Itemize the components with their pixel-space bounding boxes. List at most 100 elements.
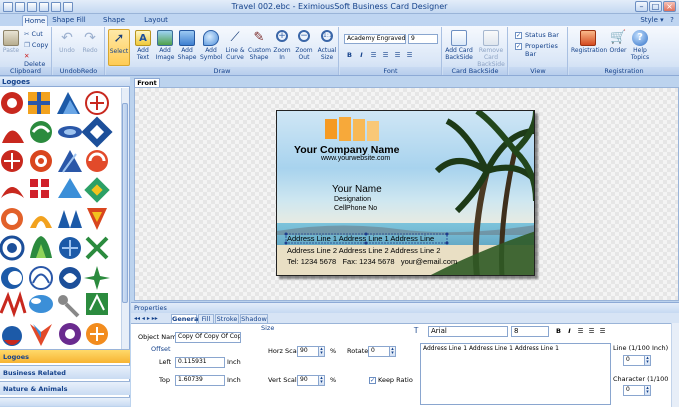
redo-button[interactable]: ↷ Redo <box>81 30 99 54</box>
logo-item[interactable] <box>58 295 80 318</box>
registration-button[interactable]: Registration <box>571 30 607 54</box>
add-image-button[interactable]: Add Image <box>155 30 175 61</box>
logo-item[interactable] <box>58 210 82 228</box>
properties-bar-checkbox[interactable]: ✓ <box>515 43 522 50</box>
logo-item[interactable] <box>30 216 52 228</box>
add-text-button[interactable]: A Add Text <box>133 30 153 61</box>
address-line-1-text[interactable]: Address Line 1 Address Line 1 Address Li… <box>287 234 447 243</box>
logo-item[interactable] <box>30 236 52 258</box>
zoom-out-button[interactable]: − Zoom Out <box>294 30 314 61</box>
logo-item[interactable] <box>30 324 52 346</box>
vert-scale-spinner[interactable]: ▴ ▾ <box>318 376 324 385</box>
logo-item[interactable] <box>28 92 50 114</box>
status-bar-checkbox[interactable]: ✓ <box>515 32 522 39</box>
tab-layout[interactable]: Layout <box>142 15 170 26</box>
tab-shape-fill[interactable]: Shape Fill <box>52 15 86 26</box>
align-left-icon[interactable]: ☰ <box>369 51 378 60</box>
logo-item[interactable] <box>2 326 22 346</box>
logo-item[interactable] <box>0 291 27 318</box>
maximize-button[interactable]: □ <box>649 1 662 12</box>
logo-item[interactable] <box>86 150 108 172</box>
tab-stroke[interactable]: Stroke <box>215 314 239 323</box>
properties-scrollbar[interactable] <box>671 323 679 407</box>
your-name-text[interactable]: Your Name <box>332 184 382 195</box>
tab-general[interactable]: General <box>171 314 201 323</box>
font-family-select[interactable]: Academy Engraved LE <box>344 34 406 44</box>
logo-item[interactable] <box>1 208 23 230</box>
actual-size-button[interactable]: 1:1 Actual Size <box>316 30 338 61</box>
paste-button[interactable]: Paste <box>2 30 20 54</box>
logo-item[interactable] <box>2 130 24 144</box>
prop-align-center-icon[interactable]: ☰ <box>587 327 596 336</box>
justify-icon[interactable]: ☰ <box>405 51 414 60</box>
category-nature-animals[interactable]: Nature & Animals <box>0 381 130 395</box>
prop-align-right-icon[interactable]: ☰ <box>598 327 607 336</box>
logo-item[interactable] <box>59 267 81 289</box>
top-input[interactable]: 1.60739 <box>175 375 225 386</box>
category-logoes[interactable]: Logoes <box>0 349 130 363</box>
address-line-2-text[interactable]: Address Line 2 Address Line 2 Address Li… <box>287 246 440 255</box>
horz-scale-spinner[interactable]: ▴ ▾ <box>318 347 324 356</box>
logo-item[interactable] <box>1 92 23 114</box>
logo-scrollbar-thumb[interactable] <box>122 103 128 303</box>
logo-item[interactable] <box>30 121 52 143</box>
align-right-icon[interactable]: ☰ <box>393 51 402 60</box>
logo-item[interactable] <box>84 266 110 290</box>
logo-thumbnails[interactable] <box>0 88 121 356</box>
copy-button[interactable]: ❐ Copy <box>24 41 48 49</box>
prop-font-select[interactable]: Arial <box>428 326 508 337</box>
logo-item[interactable] <box>57 92 80 114</box>
add-backside-button[interactable]: Add Card BackSide <box>444 30 474 61</box>
tab-home[interactable]: Home <box>22 15 48 26</box>
category-business-related[interactable]: Business Related <box>0 365 130 379</box>
logo-item[interactable] <box>1 150 23 172</box>
line-curve-button[interactable]: ⟋ Line & Curve <box>224 30 246 61</box>
help-icon[interactable]: ? <box>667 15 677 26</box>
logo-item[interactable] <box>86 323 108 345</box>
tab-nav-arrows[interactable]: ◂◂ ◂ ▸ ▸▸ <box>134 315 158 322</box>
logo-item[interactable] <box>1 187 24 198</box>
logo-item[interactable] <box>0 235 25 261</box>
prop-italic-button[interactable]: I <box>565 327 574 336</box>
website-text[interactable]: www.yourwebsite.com <box>321 155 390 162</box>
delete-button[interactable]: ✕ Delete <box>24 52 51 68</box>
left-input[interactable]: 0.115931 <box>175 357 225 368</box>
align-center-icon[interactable]: ☰ <box>381 51 390 60</box>
logo-item[interactable] <box>84 177 110 203</box>
tab-front[interactable]: Front <box>134 78 160 87</box>
designation-text[interactable]: Designation <box>334 196 371 203</box>
zoom-in-button[interactable]: + Zoom In <box>272 30 292 61</box>
font-size-select[interactable]: 9 <box>408 34 438 44</box>
logo-item[interactable] <box>85 91 109 115</box>
logo-item[interactable] <box>58 150 82 173</box>
logo-item[interactable] <box>29 295 53 313</box>
tab-shape-stroke[interactable]: Shape Stroke <box>92 15 136 35</box>
logo-item[interactable] <box>1 267 23 289</box>
cellphone-text[interactable]: CellPhone No <box>334 205 377 212</box>
prop-font-size-select[interactable]: 8 <box>511 326 549 337</box>
logo-item[interactable] <box>30 150 52 172</box>
business-card[interactable]: Your Company Name www.yourwebsite.com Yo… <box>276 110 535 276</box>
bold-button[interactable]: B <box>345 51 354 60</box>
help-topics-button[interactable]: ? Help Topics <box>629 30 651 61</box>
prop-bold-button[interactable]: B <box>554 327 563 336</box>
logo-item[interactable] <box>59 323 81 345</box>
text-content-editor[interactable]: Address Line 1 Address Line 1 Address Li… <box>420 343 611 405</box>
char-spacing-spinner[interactable]: ▴ ▾ <box>644 386 650 395</box>
logo-item[interactable] <box>85 236 109 260</box>
logo-item[interactable] <box>81 116 113 148</box>
logo-item[interactable] <box>59 237 81 259</box>
order-button[interactable]: 🛒 Order <box>607 30 629 54</box>
logo-item[interactable] <box>87 208 107 230</box>
italic-button[interactable]: I <box>357 51 366 60</box>
logo-item[interactable] <box>58 178 82 198</box>
logo-item[interactable] <box>58 126 82 138</box>
logo-item[interactable] <box>86 293 108 315</box>
keep-ratio-checkbox[interactable]: ✓ <box>369 377 376 384</box>
custom-shape-button[interactable]: ✎ Custom Shape <box>248 30 271 61</box>
add-symbol-button[interactable]: Add Symbol <box>200 30 222 61</box>
close-button[interactable]: × <box>663 1 676 12</box>
tab-shadow[interactable]: Shadow <box>240 314 268 323</box>
tab-fill[interactable]: Fill <box>198 314 214 323</box>
logo-item[interactable] <box>29 266 53 290</box>
